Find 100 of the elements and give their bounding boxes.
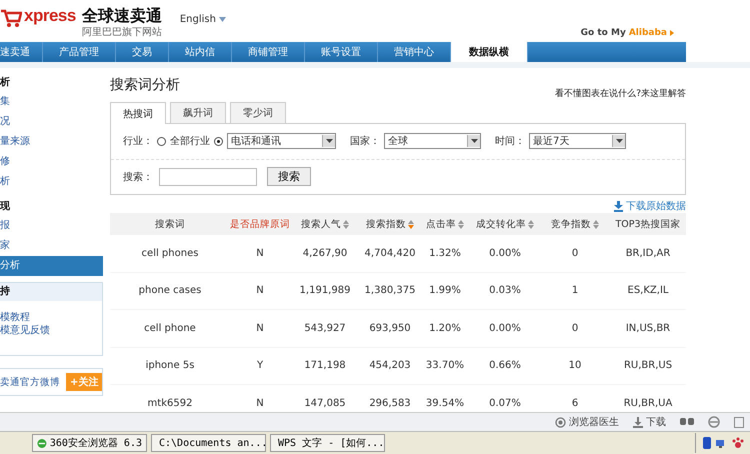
page-title: 搜索词分析 bbox=[110, 76, 180, 94]
table-cell: 0 bbox=[572, 248, 578, 259]
country-label: 国家： bbox=[350, 134, 380, 148]
table-cell: 543,927 bbox=[304, 322, 346, 334]
weibo-link[interactable]: 卖通官方微博 bbox=[0, 376, 60, 388]
tab[interactable]: 飙升词 bbox=[170, 102, 226, 123]
radio-button[interactable] bbox=[157, 136, 166, 146]
radio-button[interactable] bbox=[214, 136, 223, 146]
support-link[interactable]: 模教程 bbox=[0, 311, 102, 324]
status-item[interactable]: 下载 bbox=[633, 415, 666, 429]
table-cell: 0.07% bbox=[489, 398, 521, 409]
language-selector[interactable]: English bbox=[180, 12, 226, 26]
industry-select[interactable]: 电话和通讯 bbox=[227, 133, 336, 150]
nav-tab[interactable]: 产品管理 bbox=[43, 42, 116, 62]
table-cell: cell phone bbox=[144, 322, 196, 334]
caret-icon bbox=[218, 16, 226, 22]
cart-icon bbox=[0, 8, 22, 28]
table-cell: phone cases bbox=[138, 285, 202, 296]
taskbar-button[interactable]: C:\Documents an... bbox=[151, 434, 266, 452]
table-cell: 0.00% bbox=[489, 322, 521, 334]
logo-title: 全球速卖通 bbox=[82, 6, 162, 25]
sidebar-item[interactable]: 报 bbox=[0, 216, 103, 236]
column-header[interactable]: 竞争指数 bbox=[551, 218, 591, 230]
sidebar-item[interactable]: 况 bbox=[0, 112, 103, 132]
sidebar-item[interactable]: 分析 bbox=[0, 256, 103, 276]
table-cell: 1.32% bbox=[429, 248, 461, 259]
download-link[interactable]: 下载原始数据 bbox=[614, 199, 686, 213]
search-button[interactable]: 搜索 bbox=[267, 167, 311, 186]
sort-icon[interactable] bbox=[593, 220, 599, 228]
table-cell: 454,203 bbox=[369, 360, 411, 372]
status-item[interactable]: 浏览器医生 bbox=[555, 415, 619, 429]
table-cell: 1.99% bbox=[429, 285, 461, 296]
download-icon bbox=[614, 200, 623, 212]
goto-label[interactable]: Go to My bbox=[580, 28, 626, 38]
caret-icon bbox=[616, 139, 622, 144]
taskbar-button[interactable]: 360安全浏览器 6.3 bbox=[32, 434, 147, 452]
table-cell: RU,BR,US bbox=[624, 360, 672, 372]
caret-icon bbox=[470, 139, 478, 144]
industry-label: 行业： bbox=[123, 134, 153, 148]
sort-icon[interactable] bbox=[343, 220, 349, 228]
table-cell: IN,US,BR bbox=[626, 322, 670, 334]
table-cell: N bbox=[256, 285, 264, 296]
sort-icon[interactable] bbox=[408, 220, 414, 228]
caret-icon bbox=[326, 139, 332, 144]
table-cell: 10 bbox=[568, 360, 582, 372]
table-cell: 33.70% bbox=[426, 360, 464, 372]
column-header: 是否品牌原词 bbox=[230, 218, 290, 230]
table-cell: cell phones bbox=[142, 248, 198, 259]
table-cell: N bbox=[256, 322, 264, 334]
sidebar-item[interactable]: 家 bbox=[0, 236, 103, 256]
sidebar-item[interactable]: 析 bbox=[0, 172, 103, 192]
download-icon bbox=[633, 416, 643, 428]
country-select[interactable]: 全球 bbox=[384, 133, 481, 150]
table-cell: 1,380,375 bbox=[364, 285, 416, 296]
column-header[interactable]: 点击率 bbox=[426, 218, 456, 230]
help-link[interactable]: 看不懂图表在说什么?来这里解答 bbox=[555, 87, 686, 100]
sort-icon[interactable] bbox=[458, 220, 464, 228]
column-header[interactable]: 成交转化率 bbox=[476, 218, 526, 230]
nav-tab[interactable]: 站内信 bbox=[169, 42, 232, 62]
table-cell: 296,583 bbox=[369, 398, 411, 409]
sidebar-item[interactable]: 集 bbox=[0, 92, 103, 112]
table-cell: mtk6592 bbox=[148, 398, 192, 409]
radio-label: 全部行业 bbox=[170, 134, 210, 148]
table-cell: 171,198 bbox=[304, 360, 346, 372]
target-icon bbox=[555, 416, 566, 428]
tray-icon[interactable] bbox=[702, 437, 712, 449]
sidebar-heading: 析 bbox=[0, 76, 11, 90]
table-cell: ES,KZ,IL bbox=[628, 285, 668, 296]
nav-tab[interactable]: 商铺管理 bbox=[232, 42, 305, 62]
logo-subtitle: 阿里巴巴旗下网站 bbox=[82, 26, 162, 39]
nav-tab[interactable]: 账号设置 bbox=[305, 42, 378, 62]
table-cell: 6 bbox=[572, 398, 578, 409]
logo-text: xpress bbox=[24, 6, 76, 26]
tab[interactable]: 零少词 bbox=[230, 102, 286, 123]
support-heading: 持 bbox=[0, 283, 102, 301]
sidebar-item[interactable]: 量来源 bbox=[0, 132, 103, 152]
sidebar-item[interactable]: 修 bbox=[0, 152, 103, 172]
column-header[interactable]: 搜索指数 bbox=[366, 218, 406, 230]
table-cell: 693,950 bbox=[369, 322, 411, 334]
search-label: 搜索： bbox=[123, 170, 153, 184]
table-cell: N bbox=[256, 248, 264, 259]
tab[interactable]: 热搜词 bbox=[110, 102, 166, 124]
support-link[interactable]: 模意见反馈 bbox=[0, 324, 102, 337]
nav-tab[interactable]: 速卖通 bbox=[0, 42, 43, 62]
nav-tab[interactable]: 交易 bbox=[116, 42, 169, 62]
sort-icon[interactable] bbox=[528, 220, 534, 228]
paw-icon[interactable] bbox=[732, 437, 744, 449]
nav-tab[interactable]: 数据纵横 bbox=[451, 42, 528, 62]
table-cell: 1.20% bbox=[429, 322, 461, 334]
search-field[interactable] bbox=[159, 168, 257, 186]
time-label: 时间： bbox=[495, 134, 525, 148]
column-header[interactable]: 搜索人气 bbox=[301, 218, 341, 230]
table-cell: 0 bbox=[572, 322, 578, 334]
table-cell: BR,ID,AR bbox=[626, 248, 670, 259]
toolbar-icon[interactable] bbox=[680, 418, 694, 426]
time-select[interactable]: 最近7天 bbox=[529, 133, 626, 150]
table-cell: 1 bbox=[572, 285, 578, 296]
taskbar-button[interactable]: WPS 文字 - [如何... bbox=[270, 434, 385, 452]
sidebar-heading: 现 bbox=[0, 200, 11, 214]
window-icon[interactable] bbox=[734, 416, 744, 428]
